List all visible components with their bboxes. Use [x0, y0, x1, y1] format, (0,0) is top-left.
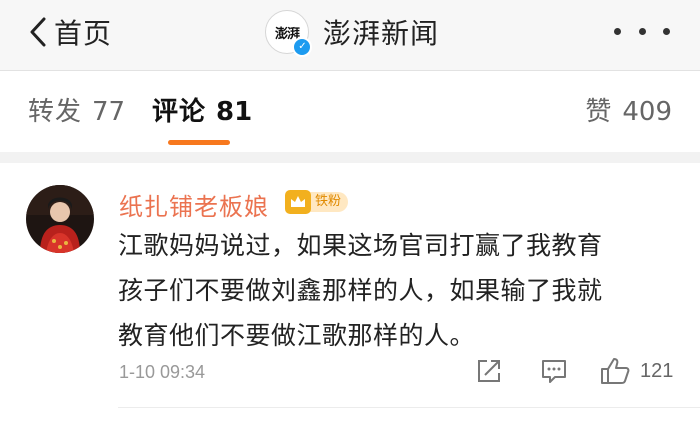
thumbs-up-icon	[601, 358, 630, 384]
tab-count: 81	[216, 97, 253, 127]
comment-line: 孩子们不要做刘鑫那样的人，如果输了我就	[118, 276, 603, 305]
back-label: 首页	[54, 17, 113, 50]
account-logo: 澎湃 ✓	[265, 10, 312, 57]
more-icon	[614, 27, 621, 35]
more-icon	[638, 27, 646, 35]
avatar-image	[26, 185, 94, 253]
page-title: 澎湃新闻	[323, 17, 440, 50]
chevron-left-icon	[30, 17, 46, 47]
fan-badge[interactable]: 铁粉	[285, 189, 349, 215]
tab-bar: 转发 77 评论 81 赞 409	[0, 71, 700, 153]
fan-badge-label: 铁粉	[307, 192, 349, 212]
like-count: 121	[640, 359, 674, 382]
reply-button[interactable]	[540, 357, 568, 385]
share-icon	[478, 360, 500, 382]
comment-timestamp: 1-10 09:34	[119, 362, 206, 382]
tab-label: 转发	[28, 97, 83, 127]
account-header[interactable]: 澎湃 ✓ 澎湃新闻	[265, 10, 440, 57]
top-nav-bar: 首页 澎湃 ✓ 澎湃新闻	[0, 0, 700, 71]
comment-item: 纸扎铺老板娘 铁粉 江歌妈妈说过，如果这场官司打赢了我教育 孩子们不要做刘鑫那样…	[0, 163, 700, 421]
comment-divider	[118, 407, 700, 408]
avatar[interactable]	[26, 185, 94, 253]
verified-icon: ✓	[292, 37, 312, 57]
comment-line: 教育他们不要做江歌那样的人。	[118, 321, 476, 350]
tab-label: 赞	[585, 97, 613, 127]
share-button[interactable]	[476, 357, 502, 385]
tab-repost[interactable]: 转发 77	[28, 91, 125, 128]
more-options-button[interactable]	[614, 18, 670, 44]
comment-line: 江歌妈妈说过，如果这场官司打赢了我教育	[118, 231, 603, 260]
comment-username[interactable]: 纸扎铺老板娘	[119, 187, 269, 222]
tab-comment[interactable]: 评论 81	[152, 91, 252, 128]
section-divider	[0, 152, 700, 163]
tab-label: 评论	[152, 97, 207, 127]
active-tab-indicator	[168, 140, 230, 145]
crown-icon	[285, 190, 311, 214]
tab-count: 409	[622, 97, 672, 127]
tab-like[interactable]: 赞 409	[585, 91, 672, 128]
reply-icon	[542, 360, 566, 383]
more-icon	[663, 27, 670, 35]
tab-count: 77	[92, 97, 126, 127]
like-button[interactable]: 121	[600, 357, 673, 385]
back-button[interactable]: 首页	[28, 12, 112, 52]
comment-text: 江歌妈妈说过，如果这场官司打赢了我教育 孩子们不要做刘鑫那样的人，如果输了我就 …	[118, 223, 678, 358]
